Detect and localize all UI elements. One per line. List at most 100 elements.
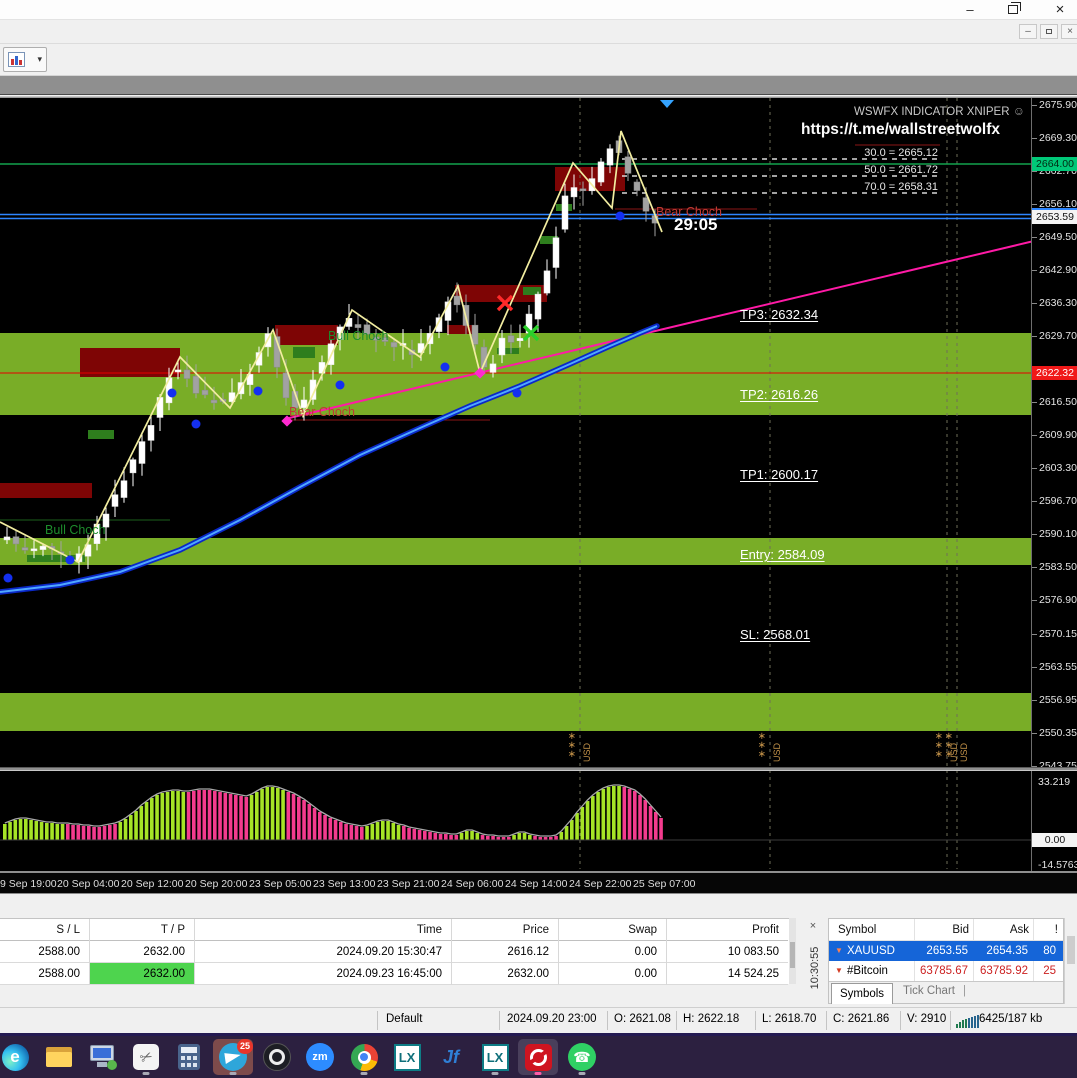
tab-tick-chart[interactable]: Tick Chart <box>903 985 955 997</box>
price-axis[interactable]: 2675.902669.302662.702656.102649.502642.… <box>1031 98 1077 893</box>
trade-cell[interactable]: 2588.00 <box>0 941 89 963</box>
price-chart[interactable]: ∗∗∗USD∗∗∗USD∗∗∗USD∗∗∗USD <box>0 98 1031 871</box>
trade-cell[interactable]: 14 524.25 <box>666 963 788 985</box>
table-header-price[interactable]: Price <box>451 919 558 941</box>
price-badge: 2653.59 <box>1032 210 1077 224</box>
trade-cell[interactable]: 2024.09.23 16:45:00 <box>194 963 451 985</box>
chart-canvas[interactable]: ∗∗∗USD∗∗∗USD∗∗∗USD∗∗∗USD <box>0 98 1031 871</box>
chart-close-icon[interactable]: × <box>1061 24 1077 39</box>
candle-body <box>454 296 460 305</box>
market-watch-scrollbar[interactable] <box>1064 918 1077 1004</box>
chart-profile-button[interactable]: ▾ <box>3 47 47 72</box>
taskbar-app-jf[interactable]: Jf <box>431 1039 471 1075</box>
trade-cell[interactable]: 0.00 <box>558 941 666 963</box>
panel-close-icon[interactable]: × <box>806 919 820 933</box>
trade-cell[interactable]: 10 083.50 <box>666 941 788 963</box>
pane-separator[interactable] <box>0 767 1077 771</box>
status-high: H: 2622.18 <box>683 1013 739 1025</box>
svg-text:∗: ∗ <box>568 749 576 760</box>
signal-dot <box>192 420 201 429</box>
indicator-max-label: 33.219 <box>1038 776 1070 788</box>
trade-table[interactable]: S / LT / PTimePriceSwapProfit2588.002632… <box>0 918 790 984</box>
mw-header-spread[interactable]: ! <box>829 919 1058 941</box>
trade-cell[interactable]: 2632.00 <box>89 941 194 963</box>
candle-body <box>490 364 496 373</box>
chart-minimize-icon[interactable]: – <box>1019 24 1037 39</box>
candle-body <box>22 548 28 551</box>
status-low: L: 2618.70 <box>762 1013 816 1025</box>
trade-cell[interactable]: 2024.09.20 15:30:47 <box>194 941 451 963</box>
status-open: O: 2621.08 <box>614 1013 671 1025</box>
market-watch-row-bitcoin[interactable]: ▼#Bitcoin63785.6763785.9225 <box>829 961 1063 981</box>
connection-bars-icon <box>956 1015 979 1028</box>
candle-body <box>283 373 289 398</box>
time-tick: 20 Sep 12:00 <box>121 878 183 890</box>
order-block <box>293 347 315 358</box>
candle-body <box>517 338 523 340</box>
table-gridline <box>451 919 452 985</box>
table-header-time[interactable]: Time <box>194 919 451 941</box>
candle-body <box>544 271 550 293</box>
table-header-swap[interactable]: Swap <box>558 919 666 941</box>
taskbar-app-explorer[interactable] <box>39 1039 79 1075</box>
taskbar: 8:30 AM 25/9/2024 PRE e✂25zmLXJfLX☎ <box>0 1036 1077 1078</box>
taskbar-app-chrome[interactable] <box>344 1039 384 1075</box>
taskbar-app-telegram[interactable]: 25 <box>213 1039 253 1075</box>
taskbar-app-lx[interactable]: LX <box>387 1039 427 1075</box>
trade-table-scrollbar[interactable] <box>789 918 796 984</box>
taskbar-app-zoom[interactable]: zm <box>300 1039 340 1075</box>
price-tick: 2576.90 <box>1039 594 1077 606</box>
status-profile[interactable]: Default <box>386 1013 422 1025</box>
price-badge: 2664.00 <box>1032 157 1077 171</box>
taskbar-app-pc[interactable] <box>82 1039 122 1075</box>
table-header-tp[interactable]: T / P <box>89 919 194 941</box>
candle-body <box>175 370 181 372</box>
window-close-icon[interactable]: × <box>1046 2 1074 18</box>
menu-strip: – × <box>0 20 1077 44</box>
candle-body <box>472 325 478 344</box>
candle-body <box>391 342 397 347</box>
taskbar-app-lx[interactable]: LX <box>475 1039 515 1075</box>
app-badge: 25 <box>237 1039 253 1054</box>
trade-cell[interactable]: 2632.00 <box>89 963 194 985</box>
taskbar-app-calc[interactable] <box>169 1039 209 1075</box>
time-axis[interactable]: 9 Sep 19:0020 Sep 04:0020 Sep 12:0020 Se… <box>0 871 1077 893</box>
taskbar-app-redapp[interactable] <box>518 1039 558 1075</box>
candle-body <box>607 149 613 165</box>
taskbar-app-whatsapp[interactable]: ☎ <box>562 1039 602 1075</box>
mt4-terminal-window: – × – × ▾ 1 ∗∗∗USD∗∗∗USD∗∗∗USD∗∗∗USD WSW… <box>0 0 1077 1078</box>
candle-body <box>112 495 118 507</box>
table-gridline <box>89 919 90 985</box>
candle-body <box>130 460 136 473</box>
market-watch-row-xauusd[interactable]: ▼XAUUSD2653.552654.3580 <box>829 941 1063 961</box>
trade-cell[interactable]: 2588.00 <box>0 963 89 985</box>
zones <box>0 98 1031 869</box>
trade-cell[interactable]: 2632.00 <box>451 963 558 985</box>
price-tick: 2669.30 <box>1039 132 1077 144</box>
trade-cell[interactable]: 0.00 <box>558 963 666 985</box>
time-tick: 24 Sep 22:00 <box>569 878 631 890</box>
chart-restore-icon[interactable] <box>1040 24 1058 39</box>
window-minimize-icon[interactable]: – <box>956 2 984 18</box>
window-restore-icon[interactable] <box>1008 5 1018 14</box>
candle-body <box>211 400 217 403</box>
table-header-profit[interactable]: Profit <box>666 919 788 941</box>
indicator-min-label: -14.5763 <box>1038 859 1077 871</box>
down-arrow-icon: ▼ <box>835 941 845 961</box>
price-badge: 2622.32 <box>1032 366 1077 380</box>
trade-cell[interactable]: 2616.12 <box>451 941 558 963</box>
svg-text:USD: USD <box>772 742 782 762</box>
taskbar-app-obs[interactable] <box>257 1039 297 1075</box>
taskbar-app-snip[interactable]: ✂ <box>126 1039 166 1075</box>
table-header-sl[interactable]: S / L <box>0 919 89 941</box>
candle-body <box>121 481 127 498</box>
signal-dot <box>441 363 450 372</box>
window-frame <box>0 76 1077 94</box>
price-tick: 2570.15 <box>1039 628 1077 640</box>
candle-body <box>634 182 640 191</box>
tab-symbols[interactable]: Symbols <box>831 983 893 1004</box>
candle-body <box>562 196 568 229</box>
taskbar-app-edge[interactable]: e <box>0 1039 35 1075</box>
chart-icon <box>8 52 25 67</box>
svg-text:∗: ∗ <box>758 749 766 760</box>
